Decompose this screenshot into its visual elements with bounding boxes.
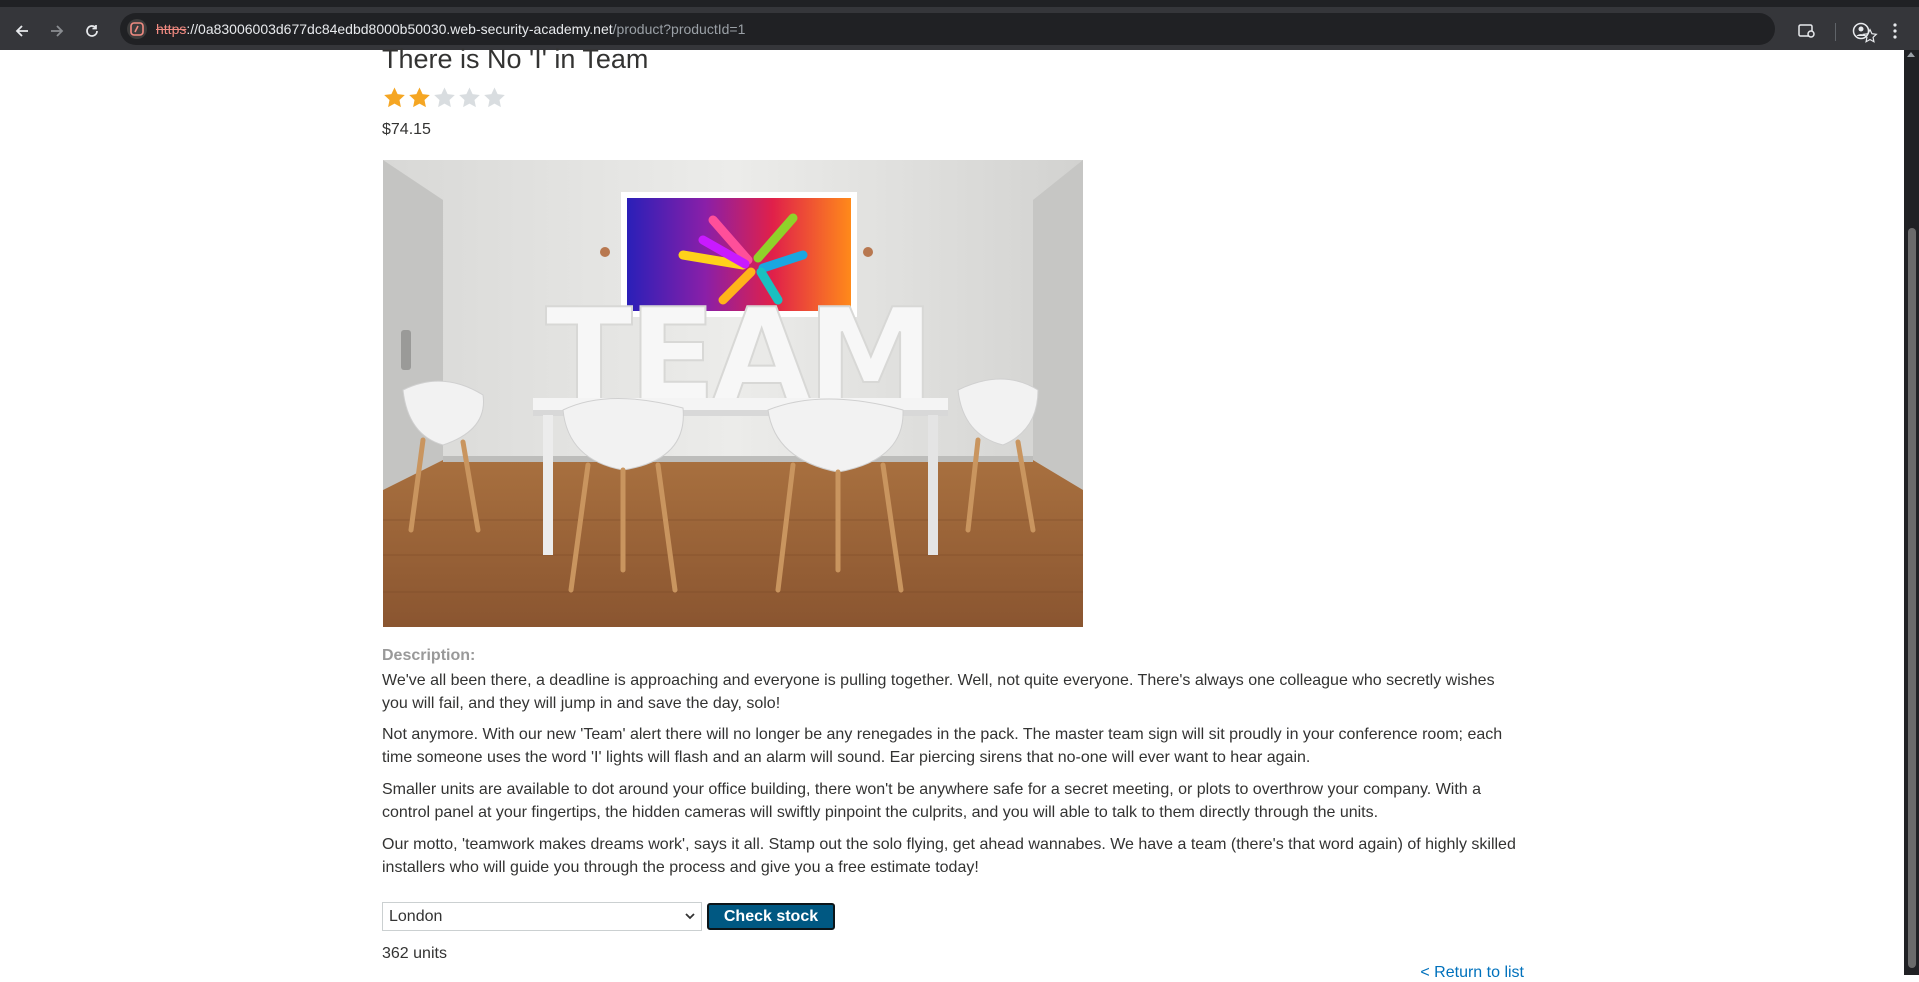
reload-icon xyxy=(86,25,98,37)
store-select[interactable]: London xyxy=(382,902,702,931)
url-scheme: https xyxy=(156,21,187,37)
arrow-right-icon xyxy=(51,25,64,37)
menu-button[interactable] xyxy=(1880,16,1910,46)
scroll-up-arrow-icon[interactable] xyxy=(1907,52,1915,57)
check-stock-button[interactable]: Check stock xyxy=(707,903,835,930)
star-rating xyxy=(382,86,507,110)
description-label: Description: xyxy=(382,647,476,664)
store-select-value: London xyxy=(389,907,443,925)
description-paragraph: We've all been there, a deadline is appr… xyxy=(382,672,1495,712)
scrollbar-thumb[interactable] xyxy=(1908,228,1916,968)
url-host: ://0a83006003d677dc84edbd8000b50030.web-… xyxy=(186,21,613,37)
star-icon xyxy=(384,87,405,108)
chevron-down-icon xyxy=(685,913,695,920)
stock-check-form: London Check stock xyxy=(382,902,835,931)
back-button[interactable] xyxy=(7,16,37,46)
address-bar[interactable]: https://0a83006003d677dc84edbd8000b50030… xyxy=(120,13,1878,45)
description-paragraph: Our motto, 'teamwork makes dreams work',… xyxy=(382,836,1516,876)
star-icon xyxy=(459,87,480,108)
description-paragraph: Not anymore. With our new 'Team' alert t… xyxy=(382,726,1503,766)
product-image: TEAM xyxy=(383,160,1083,627)
product-price: $74.15 xyxy=(382,121,431,138)
toolbar-divider xyxy=(1835,23,1836,41)
star-icon xyxy=(434,87,455,108)
return-to-list-link[interactable]: < Return to list xyxy=(1420,964,1524,982)
url-text: https://0a83006003d677dc84edbd8000b50030… xyxy=(156,21,745,37)
product-title: There is No 'I' in Team xyxy=(382,44,649,74)
url-path: /product?productId=1 xyxy=(612,21,746,37)
site-info-icon[interactable] xyxy=(127,19,147,39)
tab-search-icon xyxy=(1798,24,1815,38)
profile-icon xyxy=(1852,22,1870,40)
arrow-left-icon xyxy=(15,25,28,37)
profile-button[interactable] xyxy=(1846,16,1876,46)
stock-result: 362 units xyxy=(382,945,447,962)
tab-search-button[interactable] xyxy=(1792,16,1822,46)
star-icon xyxy=(409,87,430,108)
kebab-menu-icon xyxy=(1893,23,1897,39)
forward-button[interactable] xyxy=(42,16,72,46)
reload-button[interactable] xyxy=(77,16,107,46)
description-paragraph: Smaller units are available to dot aroun… xyxy=(382,781,1482,821)
browser-toolbar: https://0a83006003d677dc84edbd8000b50030… xyxy=(0,0,1919,50)
star-icon xyxy=(484,87,505,108)
